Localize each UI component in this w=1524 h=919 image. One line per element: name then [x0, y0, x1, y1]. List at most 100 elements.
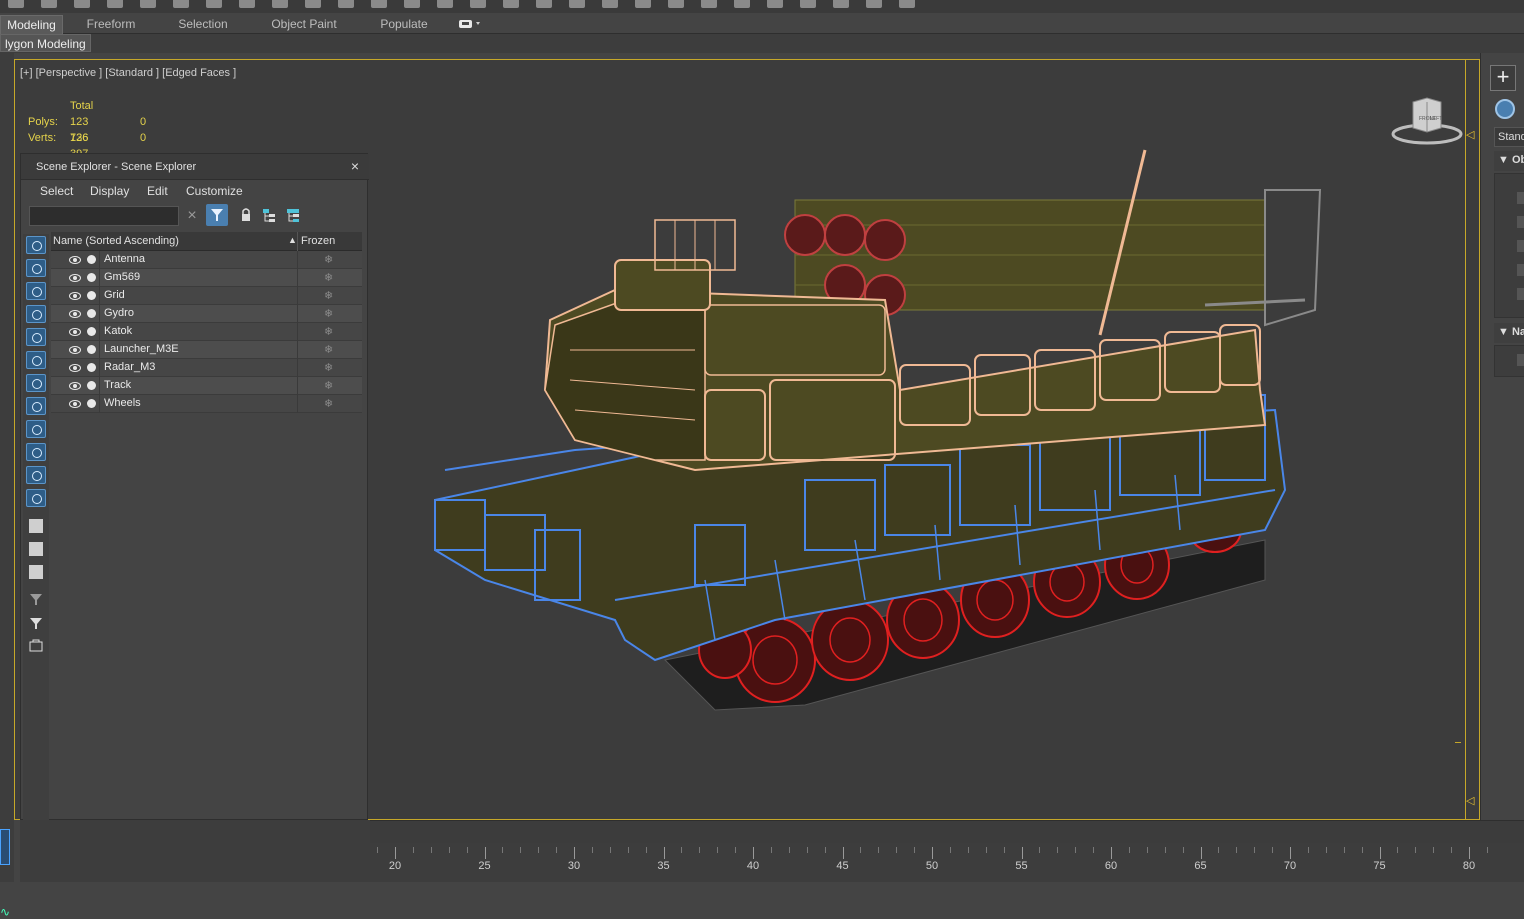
toolbar-icon[interactable]	[734, 0, 750, 8]
lock-icon[interactable]	[235, 204, 257, 226]
display-invert-icon[interactable]	[29, 565, 43, 579]
object-name[interactable]: Launcher_M3E	[104, 343, 179, 355]
visibility-eye-icon[interactable]	[69, 292, 81, 300]
frozen-snowflake-icon[interactable]: ❄	[324, 289, 333, 302]
filter-lights-icon[interactable]	[26, 282, 46, 300]
render-dot-icon[interactable]	[87, 399, 96, 408]
object-name[interactable]: Radar_M3	[104, 361, 155, 373]
toolbar-icon[interactable]	[8, 0, 24, 8]
create-tab-plus-icon[interactable]: +	[1490, 65, 1516, 91]
table-row[interactable]: Gydro ❄	[51, 305, 362, 323]
toolbar-icon[interactable]	[74, 0, 90, 8]
object-name[interactable]: Grid	[104, 289, 125, 301]
toolbar-icon[interactable]	[569, 0, 585, 8]
tab-populate[interactable]: Populate	[372, 15, 436, 34]
render-dot-icon[interactable]	[87, 273, 96, 282]
container-icon[interactable]	[29, 639, 43, 653]
curve-editor-icon[interactable]: ∿	[0, 905, 10, 919]
table-row[interactable]: Launcher_M3E ❄	[51, 341, 362, 359]
filter-geometry-icon[interactable]	[26, 236, 46, 254]
tab-object-paint[interactable]: Object Paint	[262, 15, 346, 34]
visibility-eye-icon[interactable]	[69, 400, 81, 408]
ribbon-options-icon[interactable]	[458, 18, 482, 30]
filter-bones-icon[interactable]	[26, 420, 46, 438]
tab-polygon-modeling[interactable]: lygon Modeling	[0, 34, 91, 52]
table-row[interactable]: Wheels ❄	[51, 395, 362, 413]
render-dot-icon[interactable]	[87, 255, 96, 264]
frozen-snowflake-icon[interactable]: ❄	[324, 397, 333, 410]
toolbar-icon[interactable]	[239, 0, 255, 8]
object-type-dropdown[interactable]: Standard	[1494, 127, 1524, 147]
column-frozen-header[interactable]: Frozen	[301, 235, 335, 247]
render-dot-icon[interactable]	[87, 345, 96, 354]
object-name[interactable]: Katok	[104, 325, 132, 337]
frozen-snowflake-icon[interactable]: ❄	[324, 361, 333, 374]
filter-helpers-icon[interactable]	[26, 328, 46, 346]
toolbar-icon[interactable]	[107, 0, 123, 8]
frozen-snowflake-icon[interactable]: ❄	[324, 253, 333, 266]
object-name[interactable]: Gm569	[104, 271, 140, 283]
menu-select[interactable]: Select	[40, 184, 73, 198]
tab-freeform[interactable]: Freeform	[78, 15, 144, 34]
toolbar-icon[interactable]	[173, 0, 189, 8]
toolbar-icon[interactable]	[635, 0, 651, 8]
toolbar-icon[interactable]	[305, 0, 321, 8]
scene-search-input[interactable]	[29, 206, 179, 226]
table-row[interactable]: Katok ❄	[51, 323, 362, 341]
toolbar-icon[interactable]	[701, 0, 717, 8]
render-dot-icon[interactable]	[87, 381, 96, 390]
rollout-name-color[interactable]: ▼ Na	[1494, 323, 1524, 343]
funnel-outline-icon[interactable]	[29, 592, 43, 606]
frozen-snowflake-icon[interactable]: ❄	[324, 325, 333, 338]
frozen-snowflake-icon[interactable]: ❄	[324, 271, 333, 284]
visibility-eye-icon[interactable]	[69, 310, 81, 318]
object-name[interactable]: Track	[104, 379, 131, 391]
toolbar-icon[interactable]	[437, 0, 453, 8]
frozen-snowflake-icon[interactable]: ❄	[324, 379, 333, 392]
time-slider[interactable]	[370, 820, 1524, 843]
name-color-field[interactable]	[1494, 345, 1524, 377]
geometry-category-icon[interactable]	[1495, 99, 1515, 119]
tab-selection[interactable]: Selection	[168, 15, 238, 34]
filter-shapes-icon[interactable]	[26, 259, 46, 277]
menu-display[interactable]: Display	[90, 184, 129, 198]
toolbar-icon[interactable]	[866, 0, 882, 8]
frozen-snowflake-icon[interactable]: ❄	[324, 307, 333, 320]
table-row[interactable]: Grid ❄	[51, 287, 362, 305]
table-row[interactable]: Radar_M3 ❄	[51, 359, 362, 377]
table-row[interactable]: Gm569 ❄	[51, 269, 362, 287]
frozen-snowflake-icon[interactable]: ❄	[324, 343, 333, 356]
menu-customize[interactable]: Customize	[186, 184, 243, 198]
track-bar-ruler[interactable]: 20 25 30 35 40 45 50 55 60 65 70 75 80	[370, 843, 1524, 882]
filter-groups-icon[interactable]	[26, 374, 46, 392]
visibility-eye-icon[interactable]	[69, 274, 81, 282]
visibility-eye-icon[interactable]	[69, 256, 81, 264]
toolbar-icon[interactable]	[272, 0, 288, 8]
object-name[interactable]: Antenna	[104, 253, 145, 265]
toolbar-icon[interactable]	[470, 0, 486, 8]
filter-containers-icon[interactable]	[26, 443, 46, 461]
render-dot-icon[interactable]	[87, 327, 96, 336]
toolbar-icon[interactable]	[668, 0, 684, 8]
hierarchy-expand-icon[interactable]	[259, 204, 281, 226]
tab-modeling[interactable]: Modeling	[0, 15, 63, 34]
toolbar-icon[interactable]	[371, 0, 387, 8]
display-all-icon[interactable]	[29, 519, 43, 533]
filter-xrefs-icon[interactable]	[26, 397, 46, 415]
filter-toggle-icon[interactable]	[206, 204, 228, 226]
table-row[interactable]: Antenna ❄	[51, 251, 362, 269]
column-separator[interactable]	[297, 232, 298, 251]
render-dot-icon[interactable]	[87, 363, 96, 372]
toolbar-icon[interactable]	[833, 0, 849, 8]
toolbar-icon[interactable]	[338, 0, 354, 8]
scene-explorer-panel[interactable]: Scene Explorer - Scene Explorer × Select…	[20, 153, 369, 821]
visibility-eye-icon[interactable]	[69, 346, 81, 354]
hierarchy-collapse-icon[interactable]	[283, 204, 305, 226]
toolbar-icon[interactable]	[404, 0, 420, 8]
clear-search-icon[interactable]: ×	[184, 206, 200, 226]
close-icon[interactable]: ×	[351, 158, 359, 174]
menu-edit[interactable]: Edit	[147, 184, 168, 198]
left-edge-button[interactable]	[0, 829, 10, 865]
display-none-icon[interactable]	[29, 542, 43, 556]
rollout-object-type[interactable]: ▼ Ob	[1494, 151, 1524, 171]
